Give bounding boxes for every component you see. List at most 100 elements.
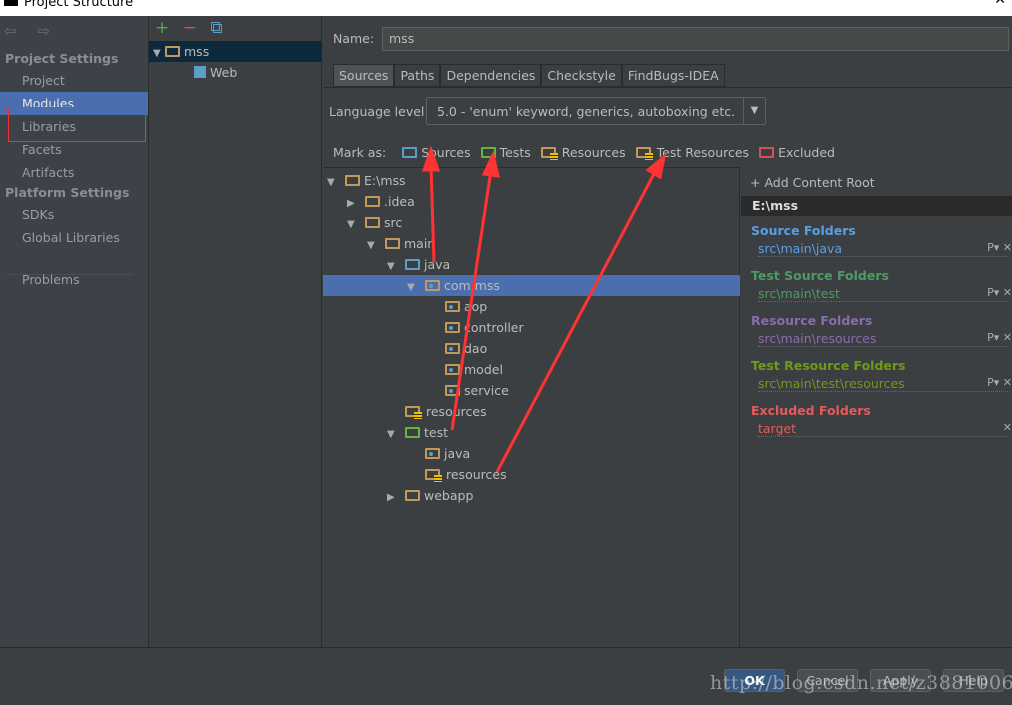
remove-folder-icon[interactable]: P▾ ✕ xyxy=(987,241,1012,254)
divider xyxy=(323,87,1012,88)
tab-dependencies[interactable]: Dependencies xyxy=(440,64,542,87)
folder-folder-icon xyxy=(345,175,360,186)
expand-icon[interactable]: ▼ xyxy=(327,172,339,193)
add-module-button[interactable]: + xyxy=(155,18,169,38)
tab-findbugs[interactable]: FindBugs-IDEA xyxy=(621,64,725,87)
language-level-select[interactable]: 5.0 - 'enum' keyword, generics, autoboxi… xyxy=(426,97,766,125)
sidebar-item-global-libraries[interactable]: Global Libraries xyxy=(0,226,148,249)
tree-node-label: resources xyxy=(446,467,507,482)
tree-node[interactable]: ▼ test xyxy=(323,422,740,443)
module-settings: Name: mss Sources Paths Dependencies Che… xyxy=(323,16,1012,647)
folder-folder-icon xyxy=(405,490,420,501)
facet-web[interactable]: Web xyxy=(149,62,322,83)
name-input[interactable]: mss xyxy=(382,27,1009,51)
tree-node[interactable]: ▼ E:\mss xyxy=(323,170,740,191)
module-folder-icon xyxy=(165,46,180,57)
expand-icon[interactable]: ▶ xyxy=(347,193,359,214)
resources-folder-icon xyxy=(425,469,442,482)
expand-icon[interactable]: ▼ xyxy=(367,235,379,256)
tree-node[interactable]: ▼ main xyxy=(323,233,740,254)
tree-node[interactable]: controller xyxy=(323,317,740,338)
remove-folder-icon[interactable]: P▾ ✕ xyxy=(987,331,1012,344)
folder-path[interactable]: src\main\test\resources P▾ ✕ xyxy=(758,376,1012,392)
tree-node-label: resources xyxy=(426,404,487,419)
chevron-down-icon[interactable]: ▼ xyxy=(743,98,765,124)
sidebar-item-sdks[interactable]: SDKs xyxy=(0,203,148,226)
tree-node-label: main xyxy=(404,236,436,251)
tree-node-label: src xyxy=(384,215,403,230)
mark-test-resources-button[interactable]: Test Resources xyxy=(635,145,749,160)
tree-node-label: test xyxy=(424,425,449,440)
tree-node[interactable]: ▶ .idea xyxy=(323,191,740,212)
tree-node-label: java xyxy=(424,257,451,272)
folder-path-text: src\main\resources xyxy=(758,331,877,346)
web-facet-icon xyxy=(194,66,206,78)
tree-node-label: controller xyxy=(464,320,524,335)
tree-node[interactable]: resources xyxy=(323,464,740,485)
folder-tree: ▼ E:\mss ▶ .idea ▼ src ▼ main ▼ java ▼ com.mss aop co… xyxy=(323,167,740,647)
tree-node[interactable]: dao xyxy=(323,338,740,359)
source-folder-icon xyxy=(405,259,420,270)
module-mss[interactable]: ▼ mss xyxy=(149,41,322,62)
tab-sources[interactable]: Sources xyxy=(333,64,395,87)
folder-path[interactable]: src\main\resources P▾ ✕ xyxy=(758,331,1012,347)
tree-node[interactable]: ▼ com.mss xyxy=(323,275,740,296)
app-icon xyxy=(4,0,18,6)
sidebar-item-problems[interactable]: Problems xyxy=(0,268,148,291)
tab-paths[interactable]: Paths xyxy=(394,64,441,87)
expand-icon[interactable]: ▼ xyxy=(153,43,165,64)
folder-folder-icon xyxy=(385,238,400,249)
tab-checkstyle[interactable]: Checkstyle xyxy=(541,64,622,87)
excluded-folder-icon xyxy=(759,147,775,158)
tree-node-label: E:\mss xyxy=(364,173,406,188)
remove-folder-icon[interactable]: P▾ ✕ xyxy=(987,376,1012,389)
folder-path-text: src\main\test xyxy=(758,286,840,301)
folder-path[interactable]: target ✕ xyxy=(758,421,1012,437)
copy-module-button[interactable]: ⧉ xyxy=(210,18,222,38)
resources-folder-icon xyxy=(405,406,422,419)
tree-node[interactable]: service xyxy=(323,380,740,401)
remove-folder-icon[interactable]: ✕ xyxy=(1003,421,1012,434)
expand-icon[interactable]: ▼ xyxy=(347,214,359,235)
expand-icon[interactable]: ▼ xyxy=(387,256,399,277)
modules-pane: + − ⧉ ▼ mss Web xyxy=(149,16,322,647)
package-folder-icon xyxy=(425,280,440,291)
remove-module-button[interactable]: − xyxy=(183,18,197,38)
window-title: Project Structure xyxy=(24,0,134,10)
folder-group-title: Resource Folders xyxy=(751,313,873,328)
tree-node[interactable]: java xyxy=(323,443,740,464)
tree-node[interactable]: ▼ java xyxy=(323,254,740,275)
folder-group-title: Test Source Folders xyxy=(751,268,889,283)
package-folder-icon xyxy=(445,322,460,333)
mark-tests-button[interactable]: Tests xyxy=(480,145,531,160)
mark-sources-button[interactable]: Sources xyxy=(402,145,471,160)
expand-icon[interactable]: ▼ xyxy=(407,277,419,298)
content-root-header: E:\mss xyxy=(741,196,1012,216)
mark-resources-button[interactable]: Resources xyxy=(540,145,626,160)
tree-node[interactable]: ▶ webapp xyxy=(323,485,740,506)
tree-node-label: dao xyxy=(464,341,488,356)
sidebar-item-project[interactable]: Project xyxy=(0,69,148,92)
tree-node[interactable]: resources xyxy=(323,401,740,422)
folder-group-title: Source Folders xyxy=(751,223,856,238)
title-bar: Project Structure ✕ xyxy=(0,0,1012,16)
close-button[interactable]: ✕ xyxy=(994,0,1006,7)
expand-icon[interactable]: ▶ xyxy=(387,487,399,508)
tree-node[interactable]: aop xyxy=(323,296,740,317)
sidebar-item-artifacts[interactable]: Artifacts xyxy=(0,161,148,184)
remove-folder-icon[interactable]: P▾ ✕ xyxy=(987,286,1012,299)
tree-node[interactable]: ▼ src xyxy=(323,212,740,233)
folder-path[interactable]: src\main\java P▾ ✕ xyxy=(758,241,1012,257)
test-folder-icon xyxy=(480,147,496,158)
folder-path[interactable]: src\main\test P▾ ✕ xyxy=(758,286,1012,302)
folder-folder-icon xyxy=(365,217,380,228)
watermark: http://blog.csdn.net/z3881006 xyxy=(710,672,1012,694)
add-content-root-button[interactable]: + Add Content Root xyxy=(750,175,875,190)
folder-path-text: target xyxy=(758,421,797,436)
folder-group-title: Excluded Folders xyxy=(751,403,871,418)
expand-icon[interactable]: ▼ xyxy=(387,424,399,445)
back-forward-arrows[interactable]: ⇦ ⇨ xyxy=(4,22,58,40)
content-root-pane: + Add Content Root E:\mss Source Folders… xyxy=(741,167,1012,647)
mark-excluded-button[interactable]: Excluded xyxy=(759,145,835,160)
tree-node[interactable]: model xyxy=(323,359,740,380)
